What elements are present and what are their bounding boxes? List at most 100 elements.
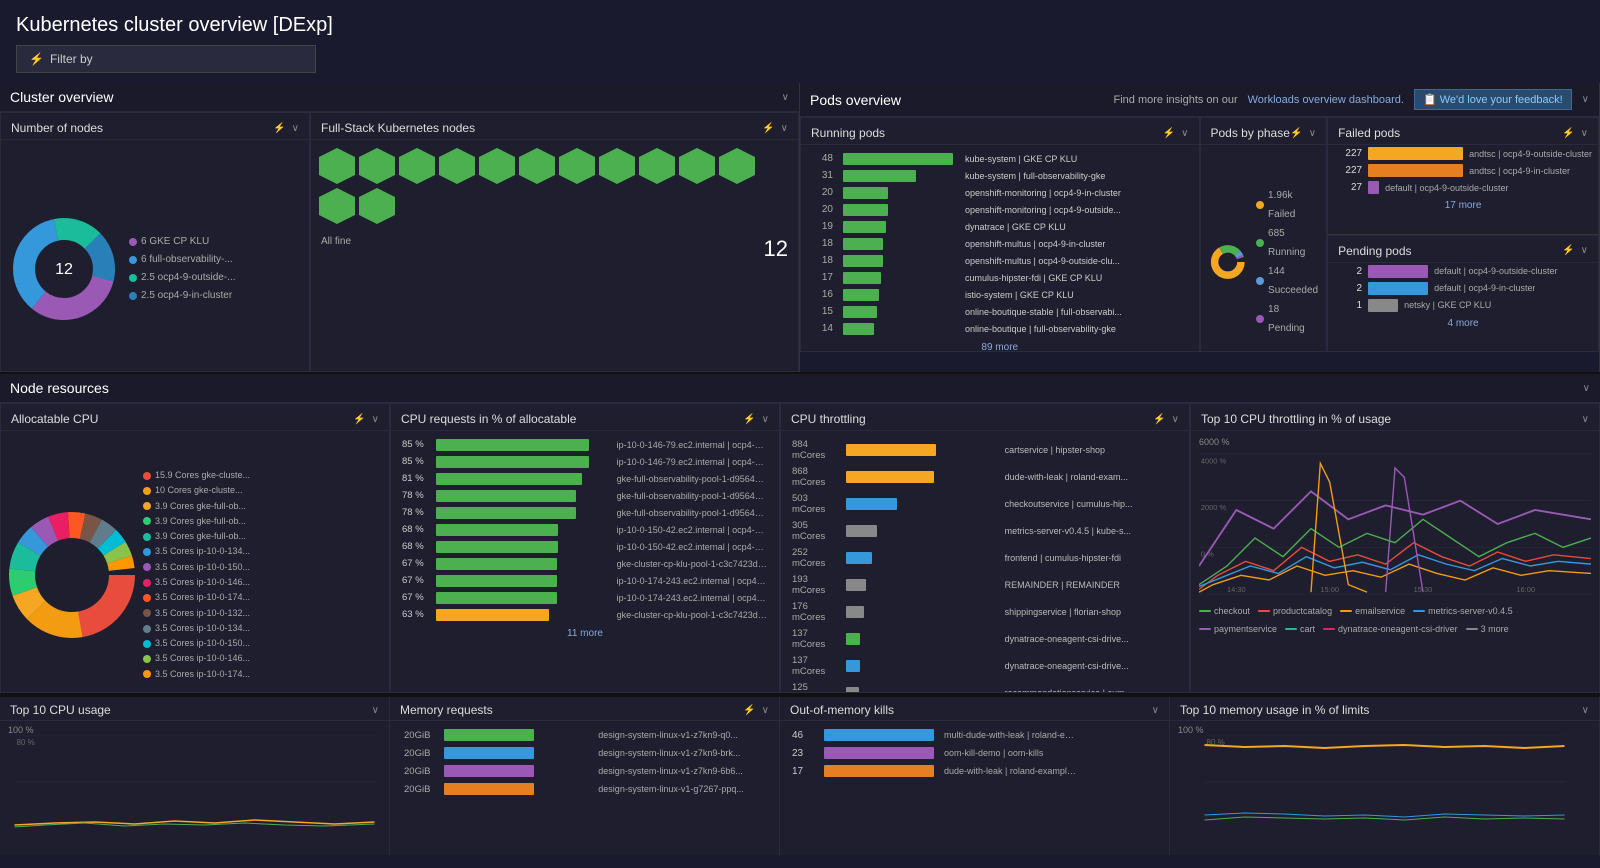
throttle-bar-cell <box>843 491 1000 516</box>
oom-bar <box>824 765 934 777</box>
oom-kills-content: 46 multi-dude-with-leak | roland-exam...… <box>780 721 1169 785</box>
mem-bar <box>444 747 534 759</box>
legend-line <box>1199 610 1211 612</box>
nodes-legend: 6 GKE CP KLU 6 full-observability-... 2.… <box>129 233 236 305</box>
pending-pods-more[interactable]: 4 more <box>1328 314 1598 333</box>
workloads-link[interactable]: Workloads overview dashboard. <box>1248 94 1404 106</box>
top10-memory-chevron[interactable]: ∨ <box>1582 705 1589 716</box>
running-pods-more[interactable]: 89 more <box>807 338 1193 352</box>
chevron-icon-3[interactable]: ∨ <box>1181 128 1188 139</box>
filter-icon-3[interactable]: ⚡ <box>1163 128 1175 139</box>
throttle-num: 125 mCores <box>789 680 841 693</box>
oom-kills-panel: Out-of-memory kills ∨ 46 multi-dude-with… <box>780 697 1170 855</box>
chevron-down-icon-2[interactable]: ∨ <box>781 123 788 134</box>
pods-panels-row: Running pods ⚡ ∨ 48 kube-system | GKE CP… <box>800 117 1599 352</box>
pod-bar-cell <box>839 185 959 200</box>
legend-dot <box>143 594 151 602</box>
legend-text: 3.5 Cores ip-10-0-146... <box>155 575 250 590</box>
filter-icon-9[interactable]: ⚡ <box>1153 414 1165 425</box>
throttle-label: REMAINDER | REMAINDER <box>1002 572 1181 597</box>
chevron-icon-5[interactable]: ∨ <box>1581 128 1588 139</box>
pods-chevron[interactable]: ∨ <box>1582 94 1589 105</box>
chevron-icon-11[interactable]: ∨ <box>762 705 769 716</box>
pending-bar <box>1368 265 1428 278</box>
chevron-down-icon[interactable]: ∨ <box>292 123 299 134</box>
throttle-row: 193 mCores REMAINDER | REMAINDER <box>789 572 1181 597</box>
allocatable-cpu-content: 15.9 Cores gke-cluste...10 Cores gke-clu… <box>1 431 389 693</box>
filter-icon-2[interactable]: ⚡ <box>762 123 774 134</box>
filter-icon-7[interactable]: ⚡ <box>353 414 365 425</box>
pod-count: 20 <box>809 185 837 200</box>
pod-count: 48 <box>809 151 837 166</box>
cpu-req-label: gke-cluster-cp-klu-pool-1-c3c7423d-56lf.… <box>614 556 771 571</box>
cpu-req-label: ip-10-0-150-42.ec2.internal | ocp4-9-in-… <box>614 539 771 554</box>
legend-dot <box>143 670 151 678</box>
cpu-req-bar <box>436 490 576 502</box>
failed-pods-icons: ⚡ ∨ <box>1562 128 1588 139</box>
filter-icon-6[interactable]: ⚡ <box>1562 245 1574 256</box>
filter-icon-5[interactable]: ⚡ <box>1562 128 1574 139</box>
top10-cpu-usage-panel: Top 10 CPU usage ∨ 100 % 80 % <box>0 697 390 855</box>
legend-line <box>1340 610 1352 612</box>
failed-pending-col: Failed pods ⚡ ∨ 227 andtsc | ocp4-9-outs… <box>1327 117 1599 352</box>
pods-header-extras: Find more insights on our Workloads over… <box>1114 89 1590 110</box>
running-pod-row: 20 openshift-monitoring | ocp4-9-outside… <box>809 202 1191 217</box>
running-pod-row: 18 openshift-multus | ocp4-9-in-cluster <box>809 236 1191 251</box>
chevron-icon-6[interactable]: ∨ <box>1581 245 1588 256</box>
feedback-button[interactable]: 📋 We'd love your feedback! <box>1414 89 1572 110</box>
throttle-bar-cell <box>843 545 1000 570</box>
alloc-legend-item: 3.5 Cores ip-10-0-134... <box>143 544 250 559</box>
hex-node <box>359 188 395 224</box>
filter-icon-4[interactable]: ⚡ <box>1290 128 1302 139</box>
throttle-label: dynatrace-oneagent-csi-drive... <box>1002 653 1181 678</box>
oom-kills-title: Out-of-memory kills <box>790 703 894 717</box>
mem-size: 20GiB <box>398 763 436 779</box>
failed-pods-more[interactable]: 17 more <box>1328 196 1598 215</box>
oom-num: 46 <box>788 727 818 743</box>
mem-size: 20GiB <box>398 727 436 743</box>
oom-bar <box>824 747 934 759</box>
legend-dot <box>143 625 151 633</box>
filter-icon[interactable]: ⚡ <box>273 123 285 134</box>
allocatable-cpu-header: Allocatable CPU ⚡ ∨ <box>1 404 389 431</box>
hex-node <box>639 148 675 184</box>
running-pods-icons: ⚡ ∨ <box>1163 128 1189 139</box>
running-pods-panel: Running pods ⚡ ∨ 48 kube-system | GKE CP… <box>800 117 1200 352</box>
legend-label: emailservice <box>1355 606 1405 616</box>
cpu-req-bar <box>436 609 549 621</box>
chevron-icon-9[interactable]: ∨ <box>1172 414 1179 425</box>
panel-icons-2: ⚡ ∨ <box>762 123 788 134</box>
mem-label: design-system-linux-v1-g7267-ppq... <box>592 781 771 797</box>
cpu-req-bar-cell <box>433 471 612 486</box>
chevron-icon-4[interactable]: ∨ <box>1309 128 1316 139</box>
chevron-icon-7[interactable]: ∨ <box>372 414 379 425</box>
chevron-icon-8[interactable]: ∨ <box>762 414 769 425</box>
hex-node <box>679 148 715 184</box>
allocatable-cpu-title: Allocatable CPU <box>11 412 98 426</box>
filter-input[interactable]: ⚡ Filter by <box>16 45 316 73</box>
number-of-nodes-content: 12 6 GKE CP KLU 6 full-observability-...… <box>1 140 309 372</box>
cluster-overview-chevron[interactable]: ∨ <box>782 92 789 103</box>
chart-legend-item: emailservice <box>1340 606 1405 616</box>
mem-bar <box>444 729 534 741</box>
filter-icon-8[interactable]: ⚡ <box>743 414 755 425</box>
pods-by-phase-title: Pods by phase <box>1211 126 1290 140</box>
hex-node <box>519 148 555 184</box>
full-stack-nodes-panel: Full-Stack Kubernetes nodes ⚡ ∨ <box>310 112 799 372</box>
pod-bar <box>843 238 883 250</box>
cpu-req-bar <box>436 456 589 468</box>
failed-pod-row: 227 andtsc | ocp4-9-in-cluster <box>1328 162 1598 179</box>
chevron-icon-10[interactable]: ∨ <box>1582 414 1589 425</box>
failed-pod-row: 227 andtsc | ocp4-9-outside-cluster <box>1328 145 1598 162</box>
filter-icon-11[interactable]: ⚡ <box>743 705 755 716</box>
cpu-req-more[interactable]: 11 more <box>397 624 773 643</box>
top10-cpu-usage-chevron[interactable]: ∨ <box>372 705 379 716</box>
throttle-bar-cell <box>843 680 1000 693</box>
throttle-num: 884 mCores <box>789 437 841 462</box>
oom-chevron[interactable]: ∨ <box>1152 705 1159 716</box>
nodes-count: 12 <box>764 236 788 262</box>
node-resources-chevron[interactable]: ∨ <box>1583 383 1590 394</box>
pod-bar-cell <box>839 236 959 251</box>
legend-line <box>1413 610 1425 612</box>
pod-bar-cell <box>839 219 959 234</box>
